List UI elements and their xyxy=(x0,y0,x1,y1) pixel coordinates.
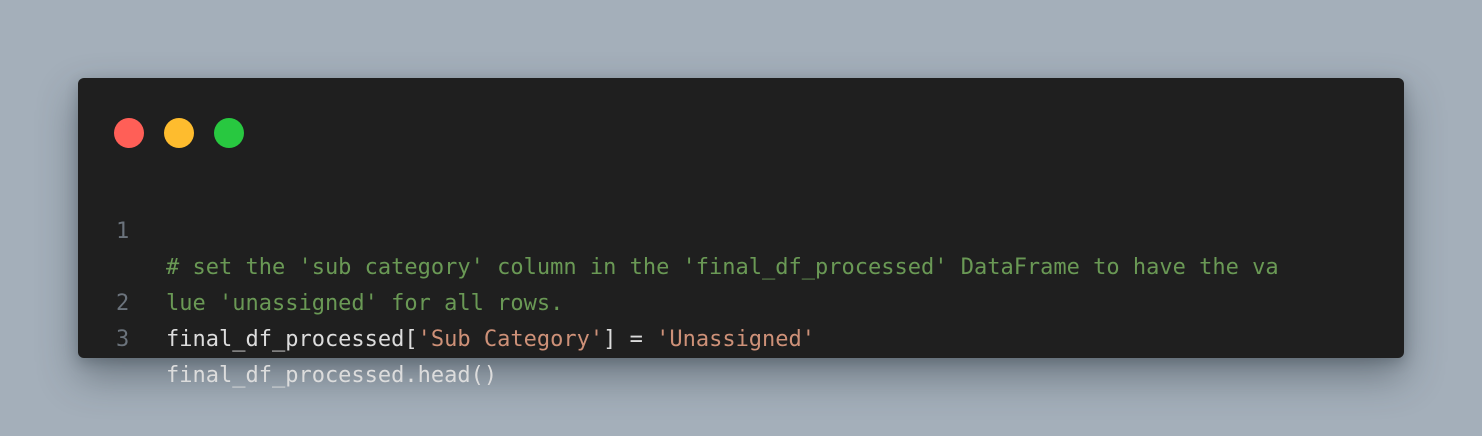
code-string: 'Unassigned' xyxy=(656,327,816,352)
minimize-dot-icon[interactable] xyxy=(164,118,194,148)
code-identifier: final_df_processed.head() xyxy=(166,363,498,388)
close-dot-icon[interactable] xyxy=(114,118,144,148)
code-line-3: 3 final_df_processed.head() xyxy=(78,286,1404,388)
code-operator: ] = xyxy=(603,327,657,352)
maximize-dot-icon[interactable] xyxy=(214,118,244,148)
window-controls xyxy=(114,118,244,148)
code-block: 1 # set the 'sub category' column in the… xyxy=(78,178,1404,388)
code-line-1: 1 # set the 'sub category' column in the… xyxy=(78,178,1404,280)
code-window: 1 # set the 'sub category' column in the… xyxy=(78,78,1404,388)
code-line-2: 2 final_df_processed['Sub Category'] = '… xyxy=(78,250,1404,352)
code-identifier: final_df_processed[ xyxy=(166,327,418,352)
code-string: 'Sub Category' xyxy=(417,327,604,352)
code-line-1-wrap: lue 'unassigned' for all rows. xyxy=(78,214,1404,316)
line-number: 3 xyxy=(116,327,130,352)
